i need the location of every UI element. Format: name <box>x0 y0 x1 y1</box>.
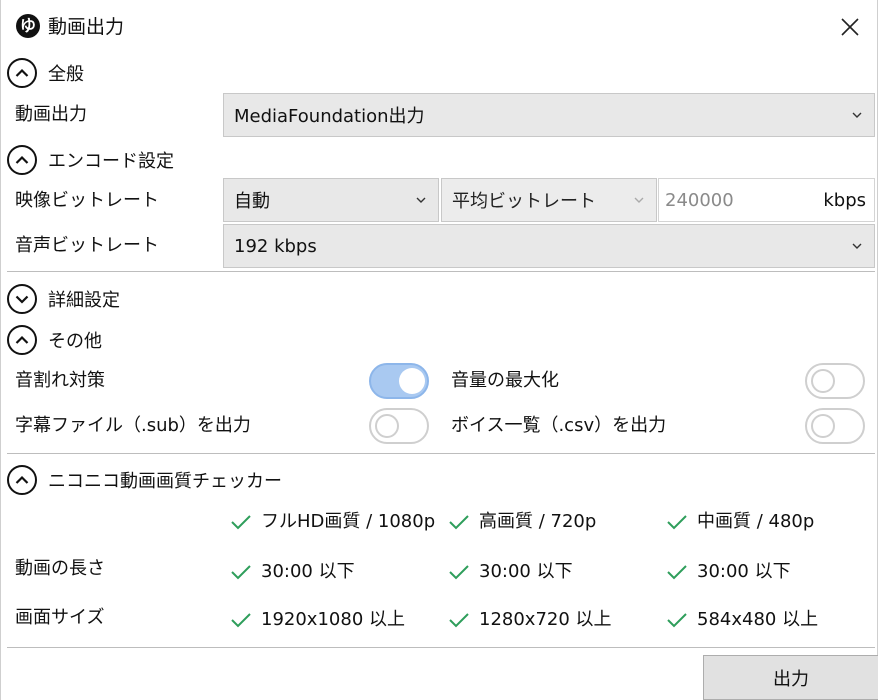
section-general-header[interactable]: 全般 <box>7 58 84 88</box>
close-button[interactable] <box>837 14 863 40</box>
check-icon <box>231 613 251 628</box>
section-other-label: その他 <box>48 331 102 352</box>
length-value: 30:00 以下 <box>697 561 791 582</box>
video-output-label: 動画出力 <box>15 104 87 125</box>
toggle-knob <box>375 414 399 438</box>
checker-header-1080p: フルHD画質 / 1080p <box>230 510 435 534</box>
window-title: 動画出力 <box>48 16 125 38</box>
chevron-down-icon <box>416 197 426 203</box>
checker-header-label: フルHD画質 / 1080p <box>261 511 436 532</box>
checker-header-label: 中画質 / 480p <box>697 511 815 532</box>
video-bitrate-label: 映像ビットレート <box>15 190 159 211</box>
audio-bitrate-select[interactable]: 192 kbps <box>223 224 875 268</box>
length-value: 30:00 以下 <box>479 561 573 582</box>
title-bar: ゆ 動画出力 <box>1 0 878 54</box>
divider <box>7 271 875 272</box>
bitrate-type-select: 平均ビットレート <box>441 178 657 222</box>
size-value: 1280x720 以上 <box>479 609 612 630</box>
section-details-header[interactable]: 詳細設定 <box>7 284 120 314</box>
bitrate-type-value: 平均ビットレート <box>452 191 596 212</box>
section-details-label: 詳細設定 <box>48 290 120 311</box>
section-checker-header[interactable]: ニコニコ動画画質チェッカー <box>7 465 282 495</box>
divider <box>7 647 875 648</box>
subtitle-output-toggle[interactable] <box>369 408 429 444</box>
app-logo-icon: ゆ <box>16 14 40 38</box>
close-icon <box>841 18 859 36</box>
divider <box>7 453 875 454</box>
length-check-480p: 30:00 以下 <box>666 560 791 584</box>
bitrate-value-field: 240000 kbps <box>658 178 875 222</box>
video-output-value: MediaFoundation出力 <box>234 106 425 127</box>
video-output-select[interactable]: MediaFoundation出力 <box>223 93 875 137</box>
clip-prevention-toggle[interactable] <box>369 363 429 399</box>
checker-header-480p: 中画質 / 480p <box>666 510 814 534</box>
size-check-480p: 584x480 以上 <box>666 608 818 632</box>
audio-bitrate-label: 音声ビットレート <box>15 235 159 256</box>
maximize-volume-label: 音量の最大化 <box>451 370 559 391</box>
chevron-down-icon <box>852 243 862 249</box>
chevron-down-icon <box>634 197 644 203</box>
chevron-down-icon <box>7 284 37 314</box>
clip-prevention-label: 音割れ対策 <box>15 370 105 391</box>
length-value: 30:00 以下 <box>261 561 355 582</box>
output-button[interactable]: 出力 <box>703 655 878 700</box>
toggle-knob <box>811 369 835 393</box>
checker-header-720p: 高画質 / 720p <box>448 510 596 534</box>
chevron-up-icon <box>7 58 37 88</box>
check-icon <box>231 565 251 580</box>
size-check-720p: 1280x720 以上 <box>448 608 612 632</box>
check-icon <box>667 565 687 580</box>
check-icon <box>449 613 469 628</box>
section-general-label: 全般 <box>48 64 84 85</box>
section-checker-label: ニコニコ動画画質チェッカー <box>48 471 282 492</box>
maximize-volume-toggle[interactable] <box>805 363 865 399</box>
video-length-label: 動画の長さ <box>15 558 105 579</box>
size-value: 1920x1080 以上 <box>261 609 405 630</box>
size-check-1080p: 1920x1080 以上 <box>230 608 405 632</box>
audio-bitrate-value: 192 kbps <box>234 235 317 257</box>
voice-list-label: ボイス一覧（.csv）を出力 <box>451 415 667 436</box>
bitrate-unit: kbps <box>823 189 866 211</box>
toggle-knob <box>811 414 835 438</box>
video-output-window: ゆ 動画出力 全般 動画出力 MediaFoundation出力 エンコード設定… <box>0 0 878 700</box>
checker-header-label: 高画質 / 720p <box>479 511 597 532</box>
check-icon <box>449 515 469 530</box>
check-icon <box>449 565 469 580</box>
section-other-header[interactable]: その他 <box>7 325 102 355</box>
section-encode-label: エンコード設定 <box>48 151 174 172</box>
check-icon <box>667 515 687 530</box>
voice-list-toggle[interactable] <box>805 408 865 444</box>
chevron-down-icon <box>852 112 862 118</box>
subtitle-output-label: 字幕ファイル（.sub）を出力 <box>15 415 251 436</box>
chevron-up-icon <box>7 145 37 175</box>
check-icon <box>231 515 251 530</box>
length-check-720p: 30:00 以下 <box>448 560 573 584</box>
length-check-1080p: 30:00 以下 <box>230 560 355 584</box>
bitrate-mode-select[interactable]: 自動 <box>223 178 439 222</box>
size-value: 584x480 以上 <box>697 609 819 630</box>
screen-size-label: 画面サイズ <box>15 607 105 628</box>
bitrate-value: 240000 <box>665 189 734 211</box>
section-encode-header[interactable]: エンコード設定 <box>7 145 174 175</box>
check-icon <box>667 613 687 628</box>
chevron-up-icon <box>7 465 37 495</box>
chevron-up-icon <box>7 325 37 355</box>
bitrate-mode-value: 自動 <box>234 191 270 212</box>
toggle-knob <box>399 368 425 394</box>
